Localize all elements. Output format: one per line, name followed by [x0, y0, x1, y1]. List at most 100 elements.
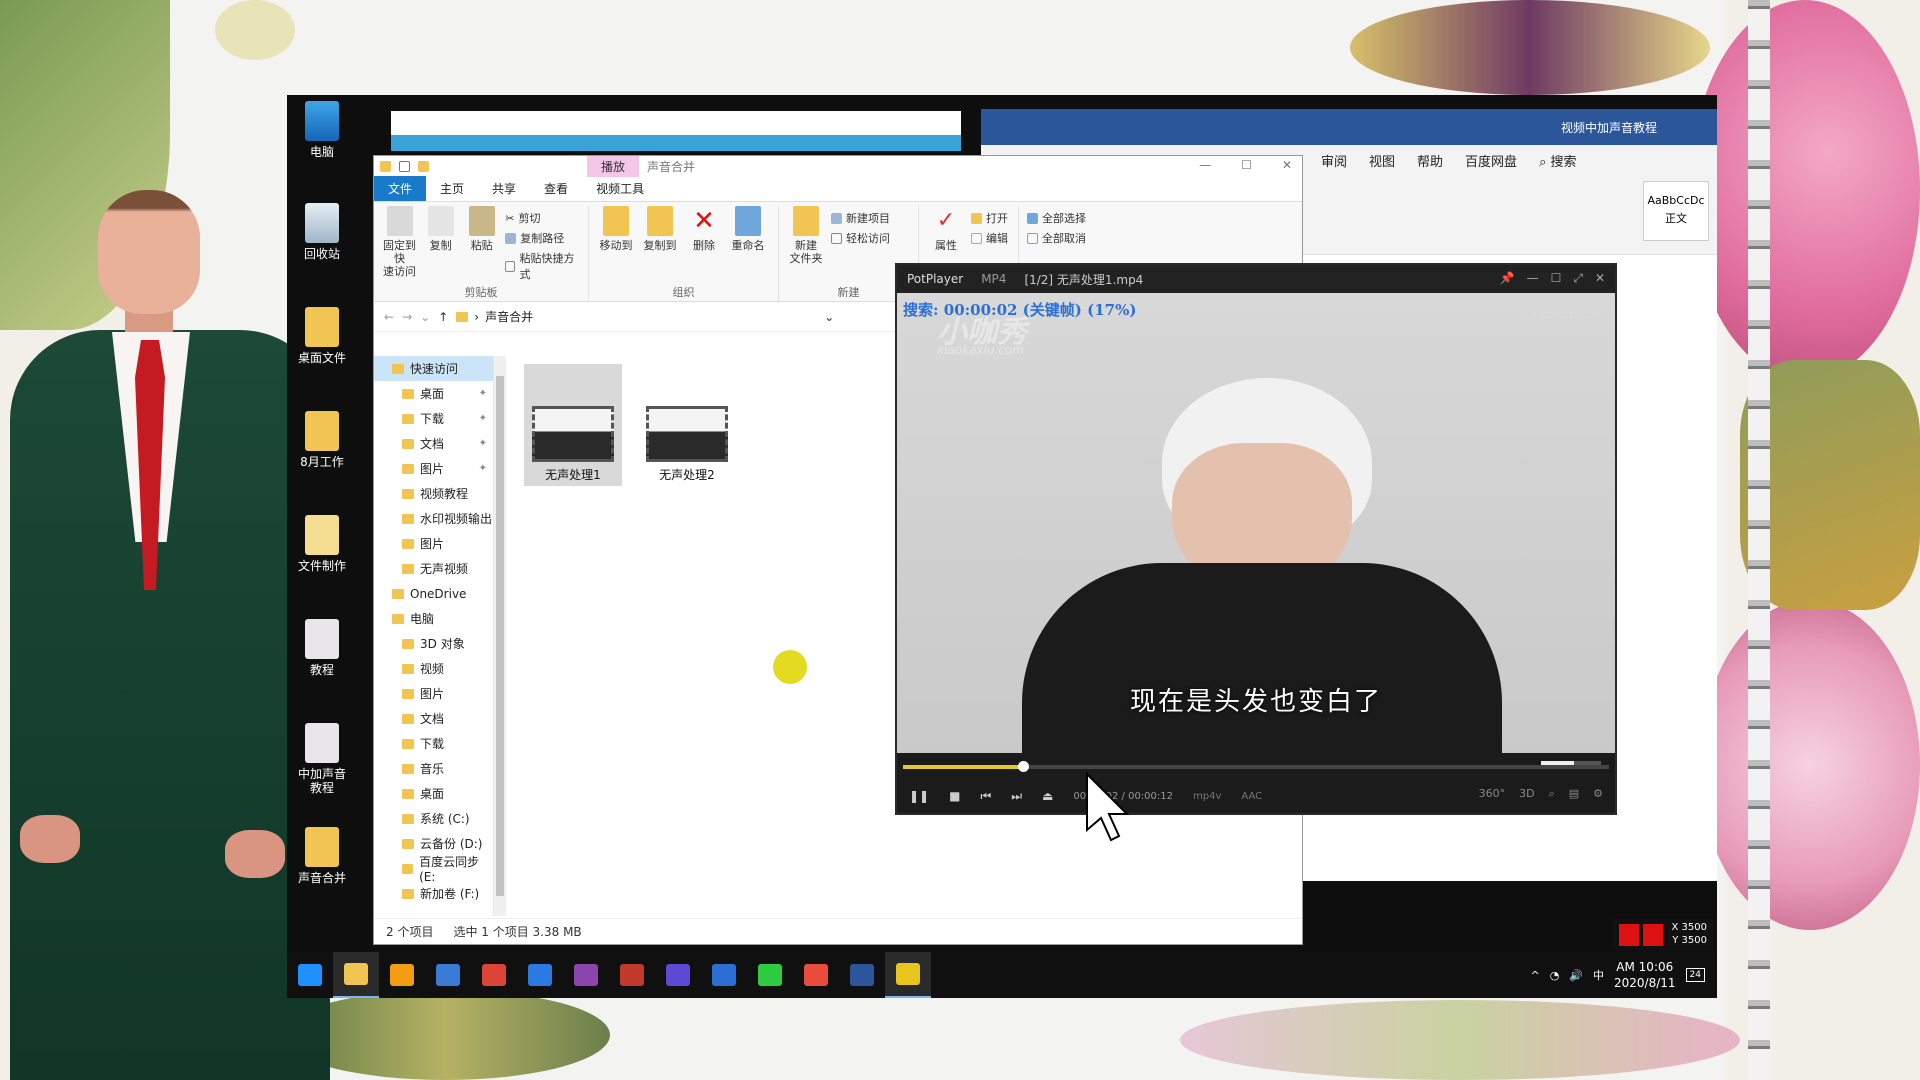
3d-button[interactable]: 3D — [1519, 787, 1534, 801]
video-area[interactable]: 小咖秀 xiaokaxiu.com ▷ ▭▭▭▭ 搜索: 00:00:02 (关… — [897, 293, 1615, 753]
select-none-button[interactable]: 全部取消 — [1027, 230, 1086, 246]
eject-icon[interactable]: ⏏ — [1042, 789, 1053, 803]
scrollbar-thumb[interactable] — [496, 376, 504, 896]
desktop-icon-computer[interactable]: 电脑 — [291, 101, 353, 159]
taskbar-button[interactable] — [379, 952, 425, 998]
tab-view[interactable]: 查看 — [530, 176, 582, 201]
word-menu-view[interactable]: 视图 — [1369, 151, 1395, 170]
up-icon[interactable]: ↑ — [438, 310, 448, 324]
word-menu-help[interactable]: 帮助 — [1417, 151, 1443, 170]
maximize-icon[interactable]: ☐ — [1241, 158, 1252, 172]
nav-item[interactable]: 无声视频 — [374, 556, 493, 581]
easy-access-button[interactable]: 轻松访问 — [831, 230, 890, 246]
settings-gear-icon[interactable]: ⚙ — [1593, 787, 1603, 801]
checkbox-icon[interactable] — [399, 160, 410, 172]
maximize-icon[interactable]: ☐ — [1551, 271, 1562, 286]
nav-item[interactable]: 3D 对象 — [374, 631, 493, 656]
desktop-icon-folder[interactable]: 8月工作 — [291, 411, 353, 469]
taskbar-button[interactable] — [333, 952, 379, 998]
nav-item[interactable]: 桌面 — [374, 781, 493, 806]
taskbar-button[interactable] — [563, 952, 609, 998]
nav-item[interactable]: 电脑 — [374, 606, 493, 631]
nav-item[interactable]: 图片 — [374, 531, 493, 556]
desktop-icon-folder[interactable]: 文件制作 — [291, 515, 353, 573]
taskbar-button[interactable] — [471, 952, 517, 998]
desktop-icon-recycle-bin[interactable]: 回收站 — [291, 203, 353, 261]
breadcrumb[interactable]: 声音合并 — [485, 308, 533, 325]
context-tab-play[interactable]: 播放 — [587, 155, 640, 177]
stop-icon[interactable]: ■ — [949, 789, 960, 803]
taskbar-button[interactable] — [609, 952, 655, 998]
cut-button[interactable]: ✂ 剪切 — [505, 210, 580, 226]
next-icon[interactable]: ⏭ — [1011, 789, 1022, 804]
taskbar-button[interactable] — [655, 952, 701, 998]
nav-item[interactable]: 图片 ✦ — [374, 456, 493, 481]
select-all-button[interactable]: 全部选择 — [1027, 210, 1086, 226]
taskbar-button[interactable] — [793, 952, 839, 998]
nav-item[interactable]: 系统 (C:) — [374, 806, 493, 831]
minimize-icon[interactable]: — — [1527, 271, 1539, 286]
nav-item[interactable]: 快速访问 — [374, 356, 493, 381]
pin-icon[interactable]: 📌 — [1500, 271, 1515, 286]
style-normal[interactable]: AaBbCcDc 正文 — [1643, 181, 1709, 241]
chevron-down-icon[interactable]: ⌄ — [420, 310, 430, 324]
tab-share[interactable]: 共享 — [478, 176, 530, 201]
nav-scrollbar[interactable] — [494, 356, 506, 916]
nav-item[interactable]: OneDrive — [374, 581, 493, 606]
nav-item[interactable]: 水印视频输出 — [374, 506, 493, 531]
seek-knob[interactable] — [1018, 761, 1030, 772]
nav-item[interactable]: 图片 — [374, 681, 493, 706]
chevron-up-icon[interactable]: ^ — [1530, 969, 1539, 982]
nav-item[interactable]: 文档 — [374, 706, 493, 731]
address-dropdown-icon[interactable]: ⌄ — [824, 310, 834, 324]
close-icon[interactable]: ✕ — [1282, 158, 1292, 172]
taskbar-button[interactable] — [287, 952, 333, 998]
word-menu-review[interactable]: 审阅 — [1321, 151, 1347, 170]
nav-item[interactable]: 视频教程 — [374, 481, 493, 506]
ime-indicator[interactable]: 中 — [1593, 967, 1604, 983]
new-item-button[interactable]: 新建项目 — [831, 210, 890, 226]
paste-shortcut-button[interactable]: 粘贴快捷方式 — [505, 250, 580, 282]
nav-item[interactable]: 新加卷 (F:) — [374, 881, 493, 906]
nav-item[interactable]: 下载 ✦ — [374, 406, 493, 431]
back-icon[interactable]: ← — [384, 310, 394, 324]
vr-360-button[interactable]: 360° — [1479, 787, 1506, 801]
fullscreen-icon[interactable]: ⤢ — [1573, 271, 1583, 286]
playlist-icon[interactable]: ▤ — [1569, 787, 1579, 801]
nav-item[interactable]: 视频 — [374, 656, 493, 681]
file-item[interactable]: 无声处理2 — [638, 364, 736, 486]
desktop-icon-folder[interactable]: 中加声音 教程 — [291, 723, 353, 795]
clock[interactable]: AM 10:06 2020/8/11 — [1614, 959, 1676, 991]
copy-path-button[interactable]: 复制路径 — [505, 230, 580, 246]
taskbar-button[interactable] — [517, 952, 563, 998]
desktop-icon-folder[interactable]: 声音合并 — [291, 827, 353, 885]
desktop-icon-folder[interactable]: 桌面文件 — [291, 307, 353, 365]
file-item[interactable]: 无声处理1 — [524, 364, 622, 486]
forward-icon[interactable]: → — [402, 310, 412, 324]
folder-icon[interactable] — [418, 160, 429, 172]
tab-home[interactable]: 主页 — [426, 176, 478, 201]
taskbar-button[interactable] — [885, 952, 931, 998]
pause-icon[interactable]: ❚❚ — [909, 789, 929, 803]
nav-item[interactable]: 文档 ✦ — [374, 431, 493, 456]
network-icon[interactable]: ◔ — [1550, 969, 1560, 982]
close-icon[interactable]: ✕ — [1595, 271, 1605, 286]
tab-file[interactable]: 文件 — [374, 176, 427, 201]
taskbar-button[interactable] — [747, 952, 793, 998]
zoom-icon[interactable]: ⌕ — [1549, 787, 1555, 801]
open-button[interactable]: 打开 — [971, 210, 1008, 226]
seek-bar[interactable] — [903, 761, 1609, 772]
previous-icon[interactable]: ⏮ — [980, 789, 991, 804]
edit-button[interactable]: 编辑 — [971, 230, 1008, 246]
volume-slider[interactable] — [1541, 761, 1601, 765]
notification-icon[interactable]: 24 — [1685, 968, 1705, 982]
taskbar-button[interactable] — [425, 952, 471, 998]
nav-item[interactable]: 下载 — [374, 731, 493, 756]
nav-item[interactable]: 桌面 ✦ — [374, 381, 493, 406]
nav-item[interactable]: 音乐 — [374, 756, 493, 781]
word-search[interactable]: ⌕ 搜索 — [1539, 151, 1576, 170]
desktop-icon-folder[interactable]: 教程 — [291, 619, 353, 677]
address-path[interactable]: › 声音合并 — [456, 308, 816, 325]
potplayer-menu[interactable]: PotPlayer — [907, 272, 963, 286]
taskbar-button[interactable] — [701, 952, 747, 998]
